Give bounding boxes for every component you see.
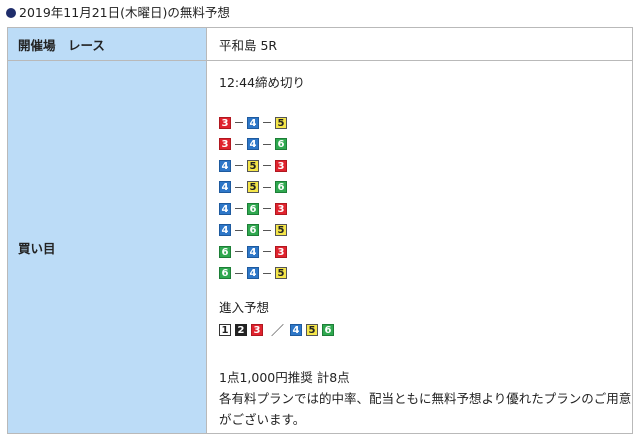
combo-row: 6 4 5: [219, 263, 287, 285]
entry-slash: ／: [271, 324, 285, 339]
table-row-bets: 買い目 12:44締め切り 345346453456463465643645 進…: [7, 60, 633, 434]
boat-number-6-icon: 6: [247, 224, 259, 237]
boat-number-4-icon: 4: [247, 116, 259, 129]
bets-label: 買い目: [7, 60, 207, 434]
boat-number-5-icon: 5: [275, 116, 287, 129]
boat-number-3-icon: 3: [275, 159, 287, 172]
dash-separator: [235, 208, 243, 210]
heading-text: 2019年11月21日(木曜日)の無料予想: [19, 5, 230, 20]
plan-note-text: 各有料プランでは的中率、配当ともに無料予想より優れたプランのご用意がございます。: [219, 391, 632, 427]
dash-separator: [235, 143, 243, 145]
dash-separator: [235, 186, 243, 188]
recommendation-text: 1点1,000円推奨 計8点: [219, 370, 350, 385]
boat-number-3-icon: 3: [219, 138, 231, 151]
boat-number-6-icon: 6: [275, 138, 287, 151]
boat-number-4-icon: 4: [219, 224, 231, 237]
dash-separator: [263, 272, 271, 274]
boat-number-6-icon: 6: [247, 202, 259, 215]
boat-number-4-icon: 4: [247, 267, 259, 280]
boat-number-5-icon: 5: [275, 267, 287, 280]
dash-separator: [235, 272, 243, 274]
combo-row: 4 6 3: [219, 198, 287, 220]
boat-number-5-icon: 5: [275, 224, 287, 237]
race-value: 平和島 5R: [206, 27, 633, 61]
boat-number-5-icon: 5: [247, 159, 259, 172]
dash-separator: [235, 251, 243, 253]
boat-number-2-icon: 2: [235, 323, 247, 336]
boat-number-3-icon: 3: [275, 245, 287, 258]
dash-separator: [235, 229, 243, 231]
bullet-dot-icon: [6, 8, 16, 18]
dash-separator: [263, 143, 271, 145]
dash-separator: [263, 208, 271, 210]
boat-number-4-icon: 4: [290, 323, 303, 336]
dash-separator: [263, 165, 271, 167]
combo-row: 4 5 6: [219, 177, 287, 199]
boat-number-6-icon: 6: [275, 181, 287, 194]
prediction-table: 開催場 レース 平和島 5R 買い目 12:44締め切り 34534645345…: [7, 27, 633, 434]
combo-list: 3 4 5 3 4 6 4 5 3 4 5 6 4 6 3 4 6 5 6 4 3 6 4 5: [219, 112, 287, 284]
boat-number-4-icon: 4: [219, 181, 231, 194]
boat-number-4-icon: 4: [219, 159, 231, 172]
combo-row: 3 4 5: [219, 112, 287, 134]
dash-separator: [263, 229, 271, 231]
combo-row: 4 5 3: [219, 155, 287, 177]
boat-number-3-icon: 3: [219, 116, 231, 129]
combo-row: 3 4 6: [219, 134, 287, 156]
dash-separator: [263, 251, 271, 253]
boat-number-5-icon: 5: [306, 323, 319, 336]
dash-separator: [235, 122, 243, 124]
dash-separator: [263, 186, 271, 188]
boat-number-6-icon: 6: [219, 245, 231, 258]
boat-number-4-icon: 4: [247, 245, 259, 258]
boat-number-3-icon: 3: [251, 323, 263, 336]
table-row-race: 開催場 レース 平和島 5R: [7, 27, 633, 61]
boat-number-4-icon: 4: [219, 202, 231, 215]
section-heading: 2019年11月21日(木曜日)の無料予想: [6, 3, 230, 23]
entry-prediction: 1 2 3 ／ 4 5 6: [219, 320, 338, 339]
boat-number-5-icon: 5: [247, 181, 259, 194]
dash-separator: [235, 165, 243, 167]
boat-number-6-icon: 6: [322, 323, 335, 336]
boat-number-4-icon: 4: [247, 138, 259, 151]
combo-row: 4 6 5: [219, 220, 287, 242]
boat-number-6-icon: 6: [219, 267, 231, 280]
dash-separator: [263, 122, 271, 124]
combo-row: 6 4 3: [219, 241, 287, 263]
bets-cell: 12:44締め切り 345346453456463465643645 進入予想 …: [206, 60, 633, 434]
race-label: 開催場 レース: [7, 27, 207, 61]
entry-title: 進入予想: [219, 300, 270, 315]
boat-number-1-icon: 1: [219, 323, 231, 336]
deadline-text: 12:44締め切り: [219, 75, 306, 90]
boat-number-3-icon: 3: [275, 202, 287, 215]
